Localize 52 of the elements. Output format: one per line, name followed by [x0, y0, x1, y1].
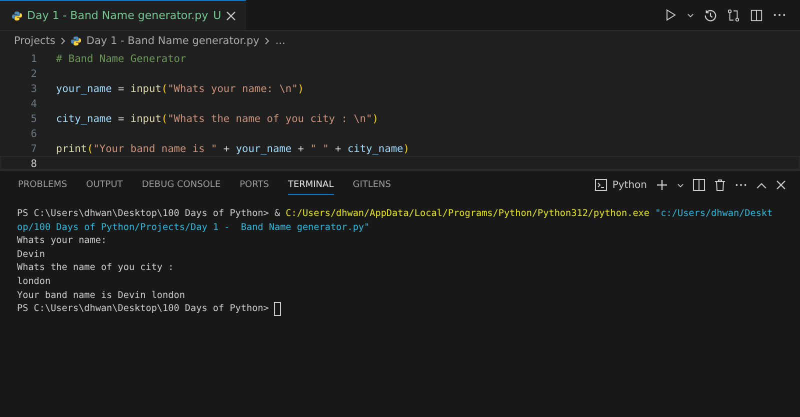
line-number: 7 — [30, 142, 38, 154]
panel-tab[interactable]: DEBUG CONSOLE — [142, 175, 221, 195]
terminal-line: Devin — [17, 248, 45, 262]
code-line: city_name = input("Whats the name of you city : \n") — [56, 112, 378, 124]
code-line: your_name = input("Whats your name: \n") — [56, 82, 304, 94]
panel-tab[interactable]: PROBLEMS — [18, 175, 68, 195]
plus-icon[interactable] — [656, 179, 668, 191]
editor-tab[interactable]: Day 1 - Band Name generator.py U — [0, 0, 246, 30]
more-icon[interactable] — [773, 13, 786, 17]
line-number: 5 — [30, 112, 38, 124]
run-icon[interactable] — [665, 9, 677, 21]
breadcrumb-folder[interactable]: Projects — [14, 35, 56, 47]
line-number: 4 — [30, 98, 38, 110]
python-file-icon — [71, 36, 82, 46]
terminal-selector[interactable]: Python — [595, 179, 647, 191]
chevron-down-icon[interactable] — [687, 12, 694, 18]
compare-changes-icon[interactable] — [727, 8, 740, 22]
line-number: 2 — [30, 68, 38, 80]
breadcrumb-file[interactable]: Day 1 - Band Name generator.py — [86, 35, 260, 47]
panel-tab[interactable]: GITLENS — [352, 175, 391, 195]
panel-tab[interactable]: TERMINAL — [288, 175, 334, 195]
line-number: 1 — [30, 52, 38, 64]
code-line: # Band Name Generator — [56, 52, 186, 64]
terminal-icon — [595, 179, 608, 191]
more-icon[interactable] — [735, 183, 747, 187]
line-number: 6 — [30, 128, 38, 140]
terminal-line: Whats your name: — [17, 234, 107, 248]
split-editor-icon[interactable] — [750, 8, 763, 22]
split-terminal-icon[interactable] — [693, 179, 705, 191]
trash-icon[interactable] — [714, 179, 726, 191]
chevron-right-icon — [60, 37, 66, 45]
chevron-down-icon[interactable] — [677, 182, 684, 188]
untracked-label: U — [213, 9, 222, 22]
terminal-line: PS C:\Users\dhwan\Desktop\100 Days of Python> & C:/Users/dhwan/AppData/Local/Programs/Python/Python312/python.exe "c:/Users/dhwan/Deskt — [17, 207, 773, 221]
line-number: 3 — [30, 82, 38, 94]
terminal-line: Whats the name of you city : — [17, 261, 174, 275]
breadcrumb-more[interactable]: ... — [275, 35, 286, 47]
code-line: print("Your band name is " + your_name + " " + city_name) — [56, 142, 410, 154]
terminal-line: Your band name is Devin london — [17, 288, 185, 302]
terminal-line: london — [17, 274, 51, 289]
chevron-up-icon[interactable] — [756, 182, 767, 188]
terminal-line: PS C:\Users\dhwan\Desktop\100 Days of Python> — [17, 302, 270, 316]
close-icon[interactable] — [226, 10, 236, 20]
terminal-line: op/100 Days of Python/Projects/Day 1 - Band Name generator.py" — [17, 220, 370, 234]
line-number: 8 — [30, 158, 38, 170]
history-icon[interactable] — [704, 8, 717, 22]
python-file-icon — [12, 10, 22, 20]
close-icon[interactable] — [776, 180, 786, 190]
terminal-cursor — [274, 302, 282, 316]
panel-tab[interactable]: OUTPUT — [86, 175, 123, 195]
chevron-right-icon — [264, 37, 270, 45]
panel-tab[interactable]: PORTS — [240, 175, 269, 195]
